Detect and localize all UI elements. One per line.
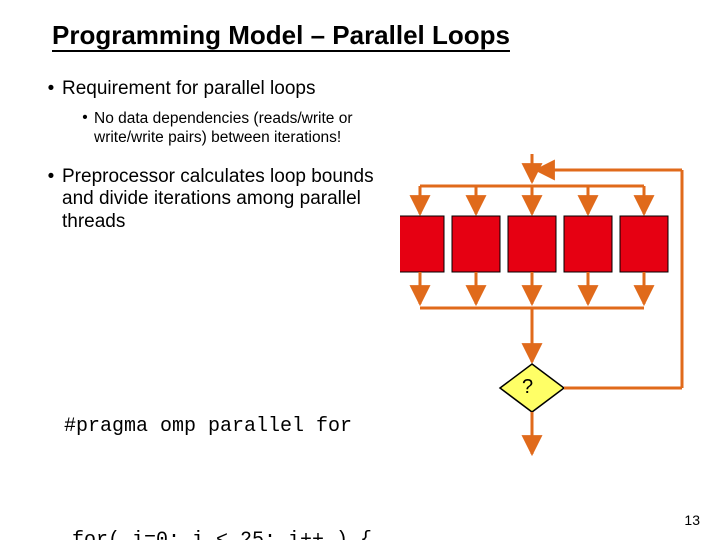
slide: Programming Model – Parallel Loops • Req… (0, 0, 720, 540)
bullet-text: No data dependencies (reads/write or wri… (94, 109, 400, 148)
bullet-dot-icon: • (40, 166, 62, 234)
flow-svg-icon (400, 154, 700, 484)
bullet-level1: • Requirement for parallel loops (40, 78, 400, 101)
code-line: for( i=0; i < 25; i++ ) { (72, 522, 372, 540)
bullet-level1: • Preprocessor calculates loop bounds an… (40, 166, 400, 234)
text-column: • Requirement for parallel loops • No da… (40, 70, 400, 234)
decision-label: ? (522, 376, 533, 399)
code-block: #pragma omp parallel for for( i=0; i < 2… (64, 332, 372, 540)
bullet-level2: • No data dependencies (reads/write or w… (76, 109, 400, 148)
slide-title: Programming Model – Parallel Loops (52, 20, 510, 51)
bullet-text: Preprocessor calculates loop bounds and … (62, 166, 400, 234)
page-number: 13 (684, 512, 700, 528)
bullet-text: Requirement for parallel loops (62, 78, 400, 101)
bullet-dot-icon: • (76, 109, 94, 148)
flow-diagram: ? (400, 154, 700, 474)
bullet-dot-icon: • (40, 78, 62, 101)
code-line: #pragma omp parallel for (64, 408, 372, 446)
